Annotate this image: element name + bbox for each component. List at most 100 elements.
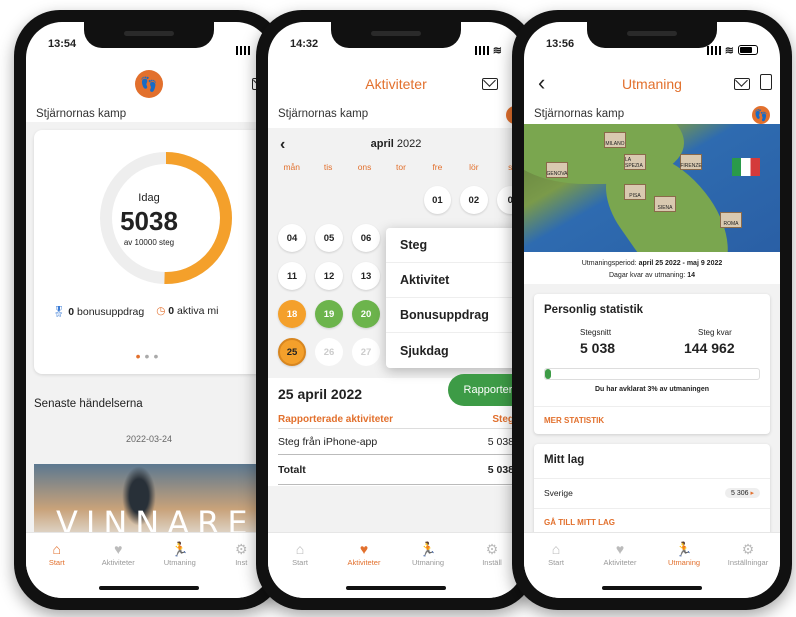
steps-card[interactable]: Idag 5038 av 10000 steg 🎖 0 bonusuppdrag… (34, 130, 264, 374)
notch (84, 22, 214, 48)
ring-label: Idag (138, 192, 160, 204)
more-stats-link[interactable]: MER STATISTIK (544, 416, 604, 425)
period-line: Utmaningsperiod: april 25 2022 - maj 9 2… (581, 260, 723, 267)
mail-icon[interactable] (734, 78, 750, 90)
city-marker: SIENA (654, 196, 676, 212)
home-indicator (99, 586, 199, 590)
app-header: ‹ Utmaning (524, 62, 780, 106)
city-marker: FIRENZE (680, 154, 702, 170)
ring-value: 5038 (120, 206, 178, 236)
wifi-icon: ≋ (724, 44, 734, 57)
stats-card: Personlig statistik Stegsnitt 5 038 Steg… (534, 294, 770, 434)
tab-start[interactable]: ⌂ Start (526, 541, 586, 598)
city-marker: ROMA (720, 212, 742, 228)
signal-icon (706, 45, 721, 55)
progress-text: Du har avklarat 3% av utmaningen (595, 386, 709, 393)
start-screen: 13:54 👣 Stjärnornas kamp Idag 5038 av 10… (26, 22, 272, 598)
challenge-name: Stjärnornas kamp (278, 108, 369, 120)
tab-start[interactable]: ⌂ Start (27, 541, 87, 598)
weekday-row: mån tis ons tor fre lör s (283, 162, 513, 172)
tab-start[interactable]: ⌂ Start (270, 541, 330, 598)
app-header: Aktiviteter (268, 62, 524, 106)
heart-icon: ♥ (615, 541, 625, 557)
home-indicator (346, 586, 446, 590)
calendar-day[interactable]: 18 (278, 300, 306, 328)
status-time: 13:56 (546, 38, 575, 50)
calendar-day[interactable]: 19 (315, 300, 343, 328)
clock-icon: ◷ (156, 305, 166, 317)
ring-sub: av 10000 steg (123, 238, 175, 247)
start-content: Idag 5038 av 10000 steg 🎖 0 bonusuppdrag… (26, 122, 272, 564)
runner-icon: 🏃 (171, 541, 189, 557)
challenge-screen: 13:56 ≋ ‹ Utmaning Stjärnornas kamp 👣 MI… (524, 22, 780, 598)
calendar-day[interactable]: 06 (352, 224, 380, 252)
notch (331, 22, 461, 48)
runner-icon: 🏃 (419, 541, 437, 557)
bonus-summary[interactable]: 🎖 0 bonusuppdrag (52, 305, 144, 318)
menu-item-activity[interactable]: Aktivitet› (386, 263, 524, 298)
event-date: 2022-03-24 (125, 434, 173, 444)
report-menu: Steg› Aktivitet› Bonusuppdrag› Sjukdag› (386, 228, 524, 368)
home-icon: ⌂ (295, 541, 305, 557)
calendar-day[interactable]: 04 (278, 224, 306, 252)
app-logo-icon: 👣 (135, 70, 163, 98)
calendar-day[interactable]: 26 (315, 338, 343, 366)
route-map[interactable]: MILANO GENOVA LA SPEZIA FIRENZE PISA SIE… (524, 124, 780, 252)
table-header: Rapporterade aktiviteter Steg (278, 414, 514, 425)
missions-summary[interactable]: ◷ 0 aktiva mi (156, 305, 218, 318)
calendar-day[interactable]: 11 (278, 262, 306, 290)
calendar-day[interactable]: 20 (352, 300, 380, 328)
progress-bar (544, 368, 760, 380)
heart-icon: ♥ (359, 541, 369, 557)
calendar-day[interactable]: 27 (352, 338, 380, 366)
calendar-day-selected[interactable]: 25 (278, 338, 306, 366)
gear-icon: ⚙ (741, 541, 755, 557)
city-marker: MILANO (604, 132, 626, 148)
heart-icon: ♥ (114, 541, 123, 557)
calendar-day[interactable]: 02 (460, 186, 488, 214)
tab-settings[interactable]: ⚙ Inställningar (718, 541, 778, 598)
week-row: 01 02 0 (278, 186, 524, 214)
date-heading: 25 april 2022 (278, 386, 363, 402)
badge-icon: 🎖 (52, 306, 66, 318)
home-icon: ⌂ (551, 541, 561, 557)
page-dots: ••• (135, 348, 163, 364)
calendar-day[interactable]: 01 (423, 186, 452, 214)
challenge-name: Stjärnornas kamp (36, 108, 127, 120)
city-marker: PISA (624, 184, 646, 200)
avg-value: 5 038 (580, 340, 616, 356)
runner-icon: 🏃 (675, 541, 693, 557)
status-time: 14:32 (290, 38, 319, 50)
team-link[interactable]: GÅ TILL MITT LAG (544, 518, 615, 527)
menu-item-sick-day[interactable]: Sjukdag› (386, 333, 524, 368)
city-marker: LA SPEZIA (624, 154, 646, 170)
month-label: april 2022 (370, 138, 422, 150)
app-header: 👣 (26, 62, 272, 106)
challenge-logo-icon: 👣 (752, 106, 770, 124)
signal-icon (474, 45, 489, 55)
page-title: Aktiviteter (365, 76, 427, 92)
wifi-icon: ≋ (492, 44, 502, 57)
events-title: Senaste händelserna (34, 398, 143, 410)
italian-flag-icon (732, 158, 760, 176)
calendar-day[interactable]: 13 (352, 262, 380, 290)
calendar-day[interactable]: 05 (315, 224, 343, 252)
phone-start: 13:54 👣 Stjärnornas kamp Idag 5038 av 10… (14, 10, 284, 610)
stats-title: Personlig statistik (544, 304, 644, 316)
battery-icon (738, 45, 758, 55)
challenge-content: Personlig statistik Stegsnitt 5 038 Steg… (524, 284, 780, 540)
signal-icon (236, 45, 250, 55)
menu-item-bonus[interactable]: Bonusuppdrag› (386, 298, 524, 333)
page-title: Utmaning (622, 76, 682, 92)
clipboard-icon[interactable] (760, 74, 772, 90)
menu-item-steps[interactable]: Steg› (386, 228, 524, 263)
team-row[interactable]: Sverige 5 306 ▸ (544, 488, 760, 498)
team-title: Mitt lag (544, 454, 585, 466)
back-icon[interactable]: ‹ (538, 70, 545, 96)
team-steps-badge: 5 306 ▸ (725, 488, 760, 498)
team-card: Mitt lag Sverige 5 306 ▸ GÅ TILL MITT LA… (534, 444, 770, 540)
left-value: 144 962 (684, 340, 735, 356)
table-row[interactable]: Steg från iPhone-app 5 038 (278, 436, 524, 448)
calendar-day[interactable]: 12 (315, 262, 343, 290)
mail-icon[interactable] (482, 78, 498, 90)
